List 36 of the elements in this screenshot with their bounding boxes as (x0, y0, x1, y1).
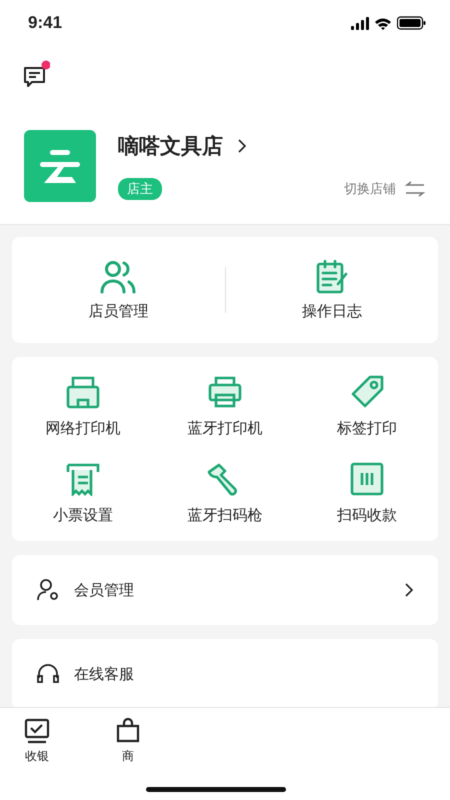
device-label[interactable]: 蓝牙打印机 (188, 419, 262, 438)
chevron-right-icon[interactable] (237, 138, 247, 154)
switch-icon[interactable] (404, 181, 426, 197)
row-label: 会员管理 (74, 580, 135, 600)
wifi-icon (375, 16, 391, 30)
status-time: 9:41 (28, 13, 62, 33)
message-icon[interactable] (22, 60, 50, 88)
people-icon[interactable] (99, 260, 138, 294)
switch-store-link[interactable]: 切换店铺 (344, 180, 396, 198)
headset-icon (36, 662, 60, 686)
printer-icon[interactable] (66, 375, 100, 409)
tab[interactable]: 商 (115, 718, 141, 766)
menu-label[interactable]: 店员管理 (88, 302, 148, 320)
device-label[interactable]: 小票设置 (53, 506, 113, 525)
store-logo (24, 130, 96, 202)
person-icon (36, 578, 60, 602)
barcode-icon[interactable] (350, 462, 384, 496)
tag-icon[interactable] (350, 375, 384, 409)
role-badge: 店主 (118, 178, 162, 200)
row-label: 在线客服 (74, 664, 135, 684)
menu-label[interactable]: 操作日志 (302, 302, 362, 320)
menu-row[interactable]: 会员管理 (12, 555, 438, 625)
printer-icon[interactable] (208, 375, 242, 409)
battery-icon (397, 16, 426, 30)
store-name[interactable]: 嘀嗒文具店 (118, 132, 223, 160)
device-label[interactable]: 扫码收款 (337, 506, 397, 525)
notepad-icon[interactable] (314, 260, 349, 294)
device-label[interactable]: 蓝牙扫码枪 (188, 506, 262, 525)
device-label[interactable]: 网络打印机 (46, 419, 120, 438)
device-label[interactable]: 标签打印 (337, 419, 397, 438)
menu-row[interactable]: 在线客服 (12, 639, 438, 709)
bag-icon (115, 718, 141, 744)
register-icon (24, 718, 50, 744)
tab[interactable]: 收银 (24, 718, 50, 766)
receipt-icon[interactable] (66, 462, 100, 496)
signal-icon (351, 16, 369, 30)
